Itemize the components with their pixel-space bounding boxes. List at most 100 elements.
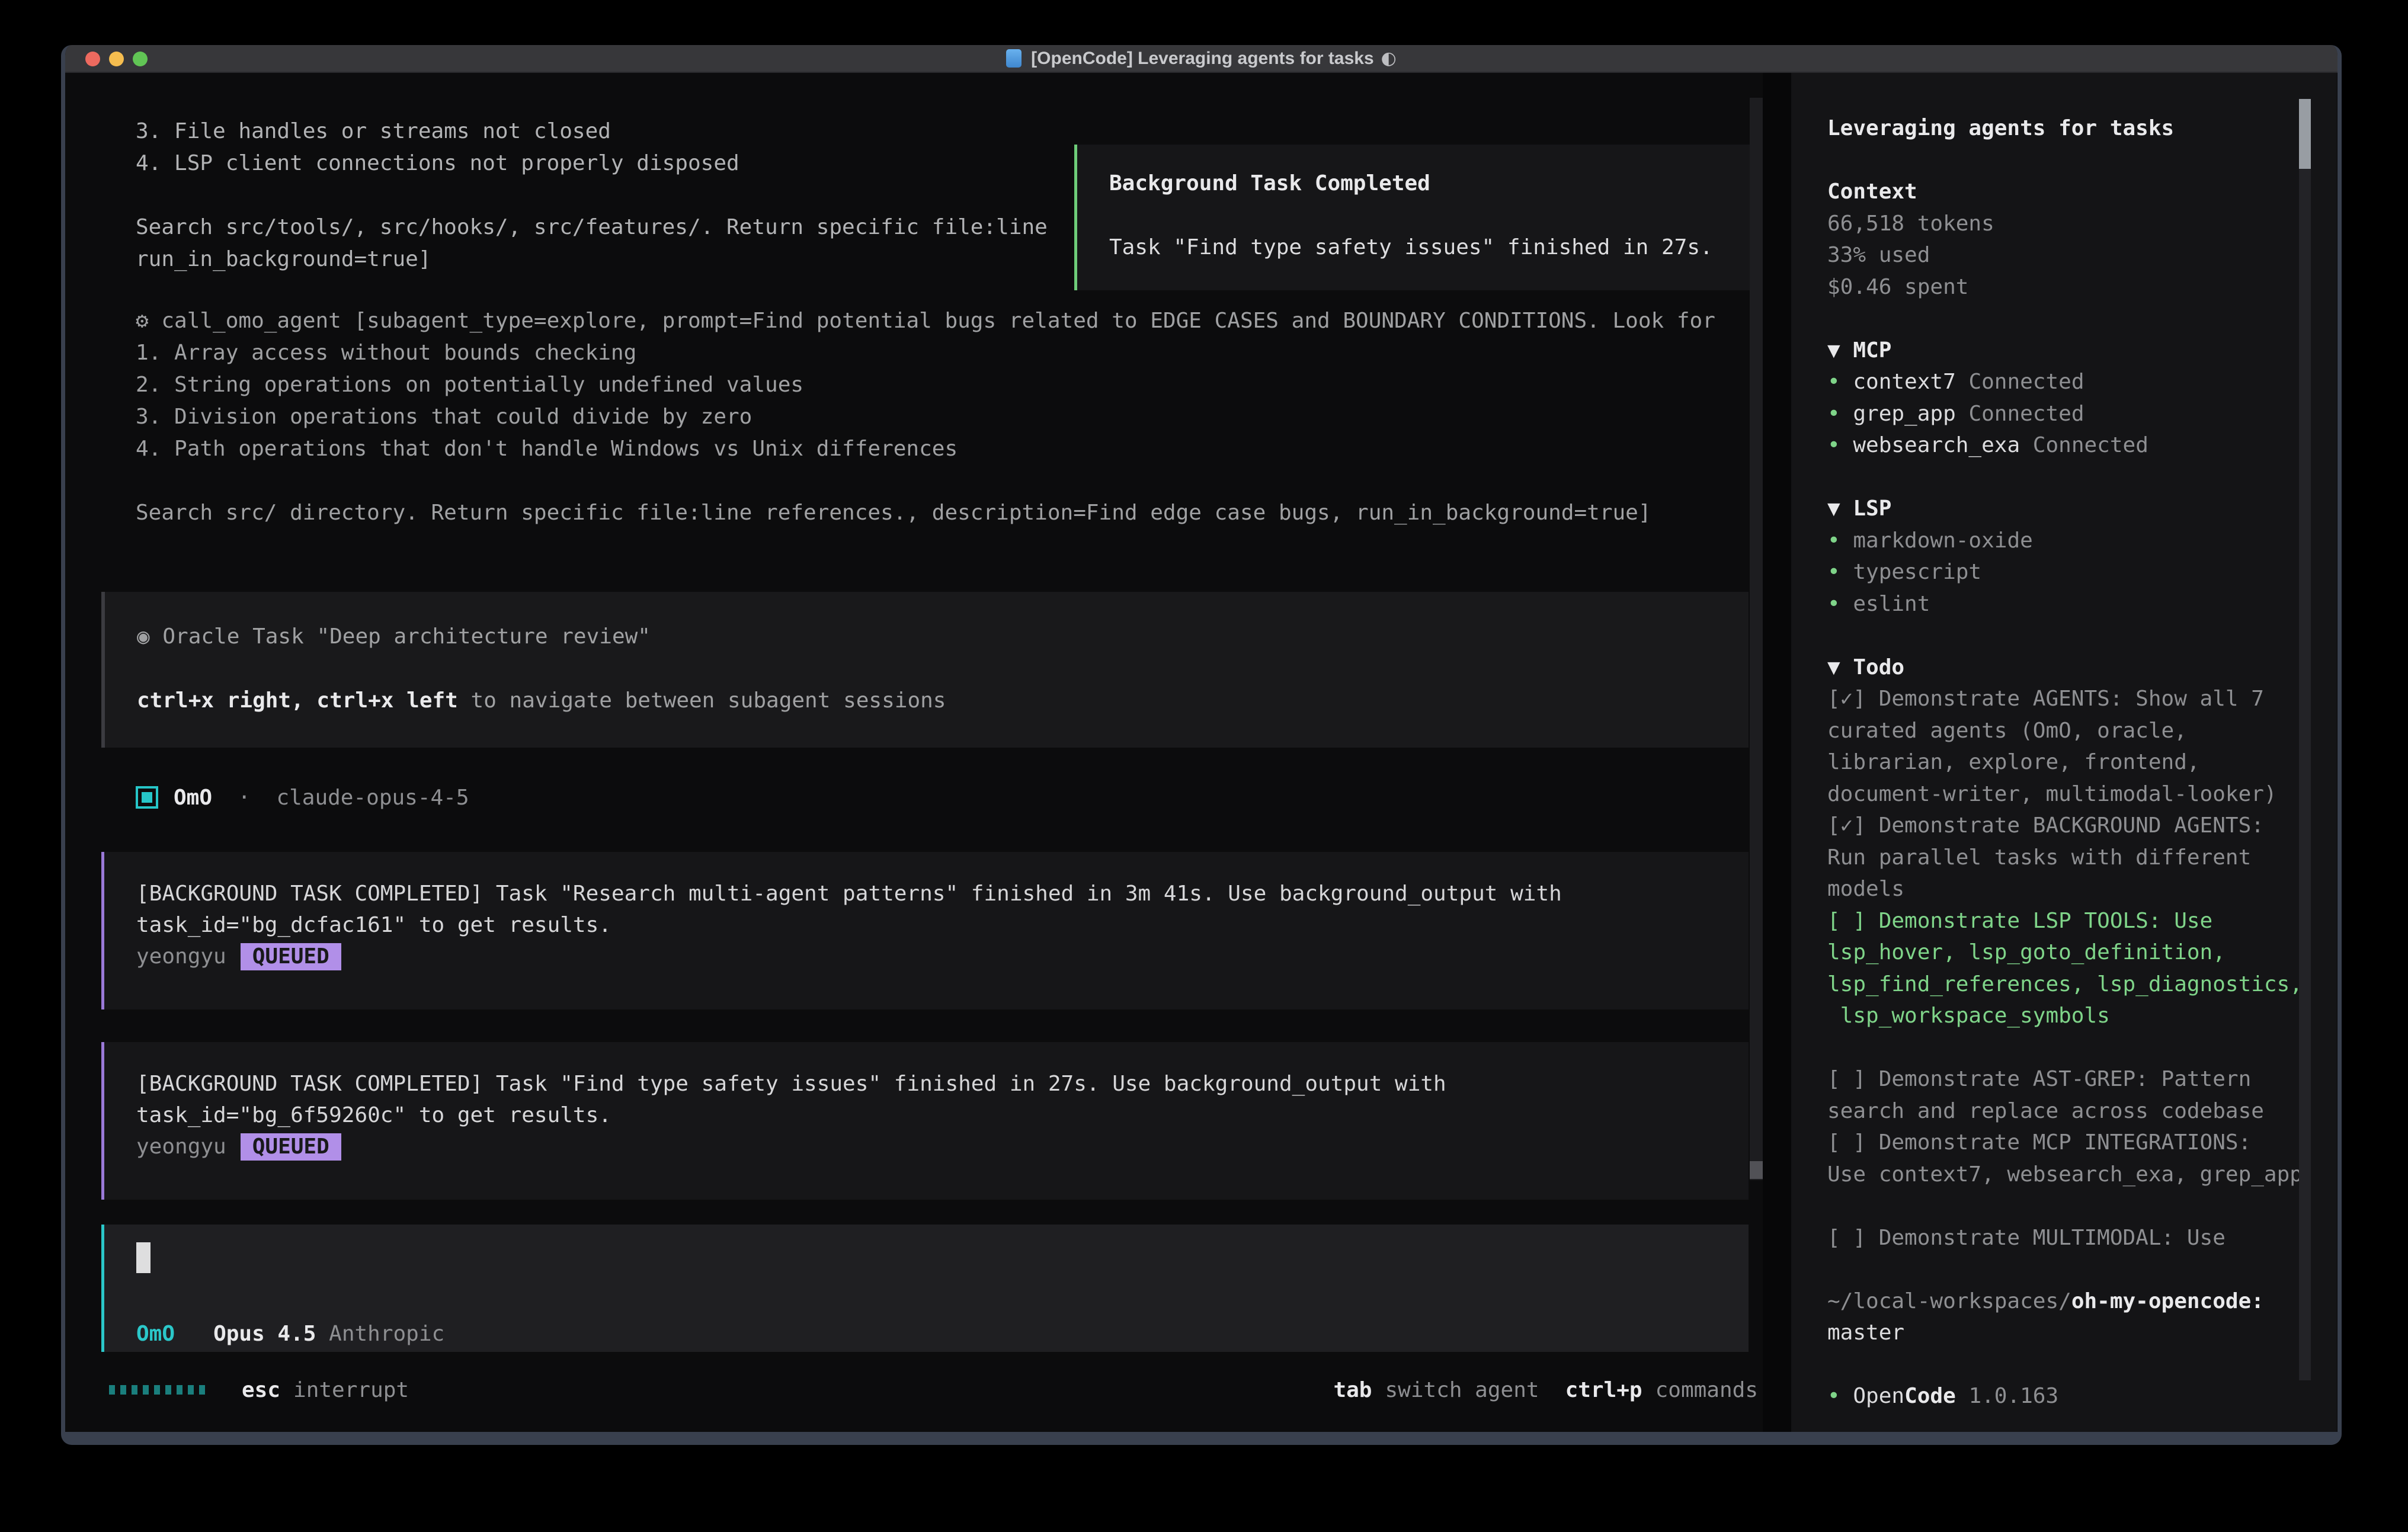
text-segment: websearch_exa: [1853, 433, 2032, 457]
agent-model: claude-opus-4-5: [276, 786, 469, 810]
text-segment: [✓] Demonstrate AGENTS: Show all 7: [1827, 687, 2264, 711]
text-line: ◉ Oracle Task "Deep architecture review": [137, 621, 1749, 653]
text-segment: OmO: [136, 1322, 175, 1346]
text-line: • websearch_exa Connected: [1827, 430, 2299, 461]
activity-spinner-icon: [109, 1385, 210, 1395]
status-bullet: •: [1827, 1384, 1853, 1408]
text-segment: 2. String operations on potentially unde…: [136, 373, 803, 397]
text-line: run_in_background=true]: [136, 243, 1048, 275]
text-line: ▼ MCP: [1827, 335, 2299, 367]
ctrlp-key-hint: ctrl+p: [1565, 1378, 1642, 1402]
text-segment: ~/local-workspaces/: [1827, 1289, 2071, 1313]
sidebar-scrollbar-track[interactable]: [2299, 99, 2311, 1380]
status-bar: esc interrupt tab switch agent ctrl+p co…: [65, 1374, 1763, 1406]
status-bullet: •: [1827, 560, 1853, 584]
text-segment: [ ] Demonstrate MCP INTEGRATIONS:: [1827, 1130, 2251, 1155]
text-line: [1827, 461, 2299, 493]
text-line: document-writer, multimodal-looker): [1827, 778, 2299, 810]
status-bullet: •: [1827, 592, 1853, 616]
text-line: ⚙ call_omo_agent [subagent_type=explore,…: [136, 305, 1715, 337]
text-segment: Context: [1827, 180, 1917, 204]
text-line: ▼ Todo: [1827, 652, 2299, 684]
ctrlp-key-label: commands: [1655, 1378, 1758, 1402]
task-line2: task_id="bg_6f59260c" to get results.: [136, 1100, 1749, 1131]
text-segment: LSP: [1853, 496, 1891, 521]
close-button[interactable]: [85, 52, 100, 66]
task-user: yeongyu: [136, 941, 226, 972]
text-line: librarian, explore, frontend,: [1827, 746, 2299, 778]
text-line: 66,518 tokens: [1827, 208, 2299, 240]
text-line: Run parallel tasks with different: [1827, 842, 2299, 874]
background-task-notification: Background Task Completed Task "Find typ…: [1074, 145, 1763, 290]
text-segment: markdown-oxide: [1853, 528, 2032, 553]
text-segment: typescript: [1853, 560, 1981, 584]
text-segment: search and replace across codebase: [1827, 1099, 2264, 1123]
text-segment: lsp_workspace_symbols: [1827, 1004, 2110, 1028]
esc-key-hint: esc: [242, 1378, 280, 1402]
text-segment: 1. Array access without bounds checking: [136, 341, 636, 365]
text-segment: 33% used: [1827, 243, 1930, 267]
gear-icon: ⚙: [136, 309, 161, 333]
status-bullet: •: [1827, 528, 1853, 553]
text-segment: to navigate between subagent sessions: [458, 688, 946, 713]
text-segment: run_in_background=true]: [136, 247, 431, 271]
text-segment: Opus 4.5: [213, 1322, 316, 1346]
text-segment: Connected: [2033, 433, 2148, 457]
status-badge: QUEUED: [241, 1133, 341, 1161]
text-line: ▼ LSP: [1827, 493, 2299, 525]
text-segment: librarian, explore, frontend,: [1827, 750, 2200, 774]
text-segment: Code: [1904, 1384, 1968, 1408]
text-line: models: [1827, 873, 2299, 905]
text-line: [✓] Demonstrate BACKGROUND AGENTS:: [1827, 810, 2299, 842]
text-line: 4. Path operations that don't handle Win…: [136, 433, 1715, 465]
text-segment: eslint: [1853, 592, 1930, 616]
status-badge: QUEUED: [241, 943, 341, 970]
main-scrollbar-thumb[interactable]: [1750, 1161, 1763, 1179]
text-line: [136, 180, 1048, 211]
text-segment: 66,518 tokens: [1827, 211, 1994, 236]
text-line: [1827, 303, 2299, 335]
window-title: [OpenCode] Leveraging agents for tasks: [1031, 49, 1373, 69]
text-segment: Search src/tools/, src/hooks/, src/featu…: [136, 215, 1048, 239]
text-line: 33% used: [1827, 239, 2299, 271]
scrollback-text-block: 3. File handles or streams not closed4. …: [136, 116, 1048, 275]
esc-key-label: interrupt: [293, 1378, 409, 1402]
text-line: [1827, 1190, 2299, 1222]
text-line: [1827, 1254, 2299, 1286]
text-line: [1827, 145, 2299, 177]
minimize-button[interactable]: [109, 52, 124, 66]
text-segment: [ ] Demonstrate AST-GREP: Pattern: [1827, 1067, 2251, 1091]
task-line1: [BACKGROUND TASK COMPLETED] Task "Resear…: [136, 878, 1749, 909]
terminal-main-pane: 3. File handles or streams not closed4. …: [65, 73, 1763, 1432]
main-scrollbar-track[interactable]: [1750, 98, 1763, 1180]
titlebar[interactable]: [OpenCode] Leveraging agents for tasks ◐: [65, 45, 2337, 73]
pane-divider: [1763, 73, 1791, 1432]
session-sidebar: Leveraging agents for tasksContext66,518…: [1791, 73, 2337, 1432]
text-line: [ ] Demonstrate MCP INTEGRATIONS:: [1827, 1127, 2299, 1159]
text-segment: lsp_hover, lsp_goto_definition,: [1827, 940, 2226, 964]
text-cursor: [136, 1242, 150, 1273]
text-line: lsp_workspace_symbols: [1827, 1000, 2299, 1032]
text-segment: $0.46 spent: [1827, 275, 1968, 299]
text-segment: Todo: [1853, 655, 1904, 680]
prompt-input[interactable]: OmO Opus 4.5 Anthropic: [101, 1225, 1749, 1352]
tool-call-block: ⚙ call_omo_agent [subagent_type=explore,…: [136, 305, 1715, 529]
text-line: • typescript: [1827, 556, 2299, 588]
text-line: Context: [1827, 176, 2299, 208]
text-line: [ ] Demonstrate AST-GREP: Pattern: [1827, 1063, 2299, 1095]
text-line: 4. LSP client connections not properly d…: [136, 148, 1048, 180]
task-message-box: [BACKGROUND TASK COMPLETED] Task "Resear…: [101, 852, 1749, 1009]
text-line: • OpenCode 1.0.163: [1827, 1380, 2299, 1412]
text-segment: context7: [1853, 370, 1968, 394]
sidebar-scrollbar-thumb[interactable]: [2299, 99, 2311, 169]
notification-body: Task "Find type safety issues" finished …: [1109, 232, 1760, 264]
task-user: yeongyu: [136, 1131, 226, 1162]
text-segment: Run parallel tasks with different: [1827, 845, 2251, 870]
agent-checkbox-icon: [136, 786, 158, 809]
zoom-button[interactable]: [133, 52, 148, 66]
text-line: [136, 465, 1715, 497]
text-segment: 1.0.163: [1968, 1384, 2058, 1408]
agent-header: OmO · claude-opus-4-5: [136, 781, 469, 813]
text-segment: models: [1827, 877, 1904, 901]
agent-separator2: [251, 786, 276, 810]
